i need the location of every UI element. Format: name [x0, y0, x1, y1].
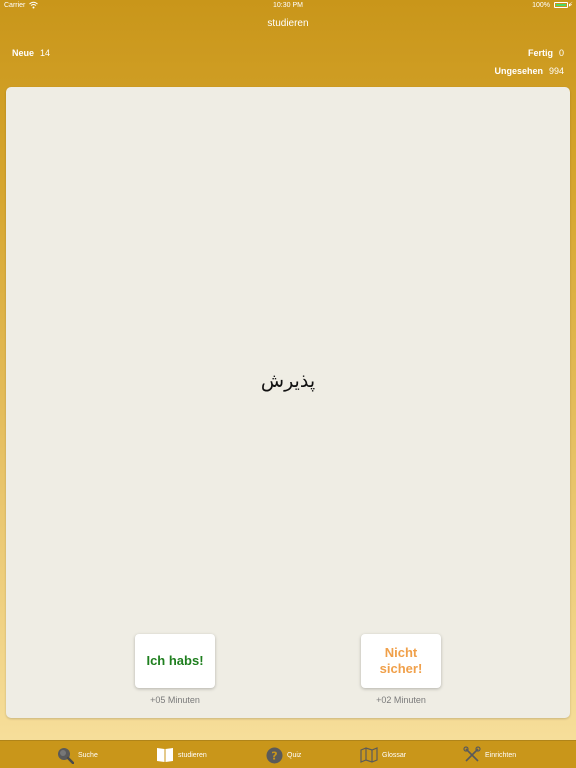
book-icon [157, 748, 173, 762]
got-it-button[interactable]: Ich habs! [135, 634, 215, 688]
battery-percentage: 100% [532, 2, 550, 9]
got-it-interval: +05 Minuten [150, 695, 200, 705]
map-icon [360, 747, 378, 763]
new-label: Neue [12, 48, 35, 58]
got-it-label: Ich habs! [146, 653, 204, 668]
tab-study-label: studieren [178, 751, 207, 759]
unseen-count-stat: Ungesehen 994 [494, 66, 564, 76]
tab-search-label: Suche [78, 751, 98, 759]
unseen-count: 994 [548, 66, 564, 76]
tools-icon [463, 746, 481, 762]
search-icon [58, 747, 74, 764]
tab-study[interactable]: studieren [156, 745, 207, 765]
unseen-label: Ungesehen [494, 66, 543, 76]
battery-icon [554, 2, 570, 8]
flashcard-word: پذیرش [260, 370, 316, 392]
tab-search[interactable]: Suche [57, 745, 98, 765]
tab-glossary[interactable]: Glossar [360, 745, 406, 765]
new-count-stat: Neue 14 [12, 48, 50, 58]
charging-icon: ⚡ [568, 2, 573, 9]
tab-quiz[interactable]: ? Quiz [266, 745, 301, 765]
done-count: 0 [558, 48, 564, 58]
question-icon: ? [266, 747, 283, 763]
not-sure-button[interactable]: Nicht sicher! [361, 634, 441, 688]
status-bar: Carrier 10:30 PM 100% ⚡ [0, 0, 576, 12]
new-count: 14 [40, 48, 51, 58]
tab-glossary-label: Glossar [382, 751, 407, 759]
tab-settings-label: Einrichten [485, 751, 517, 759]
tab-settings[interactable]: Einrichten [463, 745, 516, 765]
tab-bar: Suche studieren ? Quiz Glossar Einrichte… [0, 740, 576, 768]
not-sure-interval: +02 Minuten [376, 695, 426, 705]
not-sure-label: Nicht sicher! [379, 645, 423, 676]
flashcard[interactable]: پذیرش Ich habs! +05 Minuten Nicht sicher… [6, 87, 570, 718]
tab-quiz-label: Quiz [287, 751, 302, 759]
clock: 10:30 PM [273, 2, 303, 9]
svg-text:?: ? [271, 749, 277, 762]
done-label: Fertig [527, 48, 553, 58]
page-title: studieren [267, 18, 309, 29]
done-count-stat: Fertig 0 [528, 48, 564, 58]
